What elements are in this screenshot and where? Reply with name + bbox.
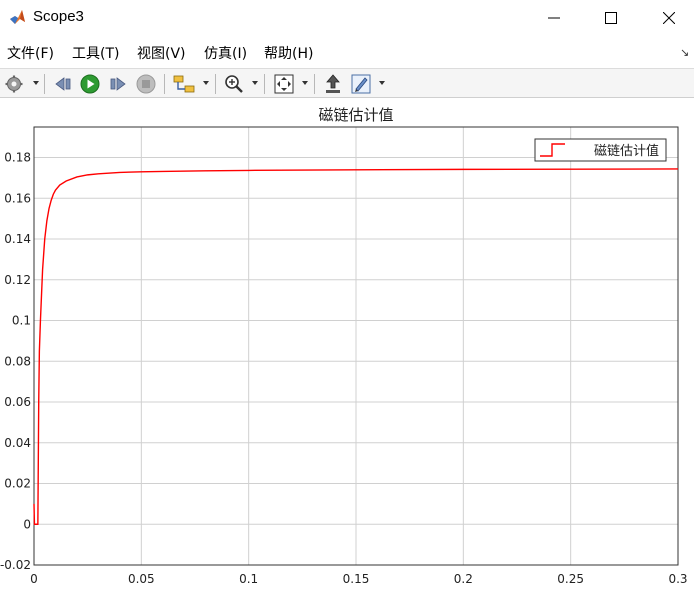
toolbar-separator [164,74,165,94]
scope-plot[interactable]: 磁链估计值 0 0.05 0.1 0.15 0.2 0.25 0.3-0.0200.020.… [0,99,694,599]
y-tick-label: 0.08 [4,354,31,368]
stop-icon [136,74,156,94]
signal-select-button[interactable] [172,72,196,96]
y-tick-label: 0.04 [4,436,31,450]
x-tick-label: 0.3 [668,572,687,586]
minimize-icon [548,17,560,19]
y-tick-label: -0.02 [0,558,31,572]
y-tick-label: 0.1 [12,314,31,328]
zoom-button[interactable] [222,72,246,96]
x-tick-label: 0.1 [239,572,258,586]
x-tick-label: 0.25 [557,572,584,586]
chart-title: 磁链估计值 [318,106,393,124]
y-tick-label: 0.02 [4,477,31,491]
minimize-button[interactable] [531,0,577,36]
arrow-icon[interactable]: ↘ [680,46,689,59]
run-button[interactable] [79,72,101,96]
maximize-button[interactable] [588,0,634,36]
y-tick-label: 0.16 [4,191,31,205]
highlight-block-icon [326,74,340,93]
maximize-icon [605,12,617,24]
y-tick-label: 0 [23,517,31,531]
menu-simulation[interactable]: 仿真(I) [204,43,247,63]
chart-legend[interactable]: 磁链估计值 [534,138,667,162]
style-pen-icon [351,74,371,94]
autoscale-icon [274,74,294,94]
menu-tools[interactable]: 工具(T) [72,43,119,63]
step-back-button[interactable] [52,72,74,96]
zoom-in-icon [225,75,243,93]
menu-view[interactable]: 视图(V) [137,43,186,63]
toolbar-separator [264,74,265,94]
gear-icon [5,75,23,93]
scope-window: Scope3 文件(F) 工具(T) 视图(V) 仿真(I) 帮助(H) ↘ 磁… [0,0,694,599]
settings-dropdown-arrow[interactable] [33,81,39,85]
signal-select-icon [173,75,195,93]
title-bar: Scope3 [0,0,694,36]
autoscale-dropdown-arrow[interactable] [302,81,308,85]
close-button[interactable] [646,0,692,36]
y-tick-label: 0.14 [4,232,31,246]
toolbar-separator [215,74,216,94]
x-tick-label: 0.05 [128,572,155,586]
settings-button[interactable] [4,72,24,96]
window-title: Scope3 [33,8,84,25]
y-tick-label: 0.18 [4,151,31,165]
x-tick-label: 0 [30,572,38,586]
menu-file[interactable]: 文件(F) [7,43,54,63]
x-tick-label: 0.2 [454,572,473,586]
run-icon [80,74,100,94]
highlight-block-button[interactable] [322,72,344,96]
step-back-icon [55,77,71,91]
y-tick-label: 0.12 [4,273,31,287]
toolbar-separator [44,74,45,94]
zoom-dropdown-arrow[interactable] [252,81,258,85]
legend-label: 磁链估计值 [594,143,659,159]
x-tick-label: 0.15 [343,572,370,586]
stop-button[interactable] [135,72,157,96]
style-button[interactable] [350,72,372,96]
menu-bar: 文件(F) 工具(T) 视图(V) 仿真(I) 帮助(H) ↘ [0,38,694,66]
step-forward-button[interactable] [107,72,129,96]
y-tick-label: 0.06 [4,395,31,409]
menu-help[interactable]: 帮助(H) [264,43,313,63]
toolbar [0,68,694,98]
close-icon [663,12,675,24]
matlab-logo-icon [10,10,25,24]
style-dropdown-arrow[interactable] [379,81,385,85]
signal-select-dropdown-arrow[interactable] [203,81,209,85]
step-forward-icon [110,77,126,91]
toolbar-separator [314,74,315,94]
autoscale-button[interactable] [272,72,296,96]
